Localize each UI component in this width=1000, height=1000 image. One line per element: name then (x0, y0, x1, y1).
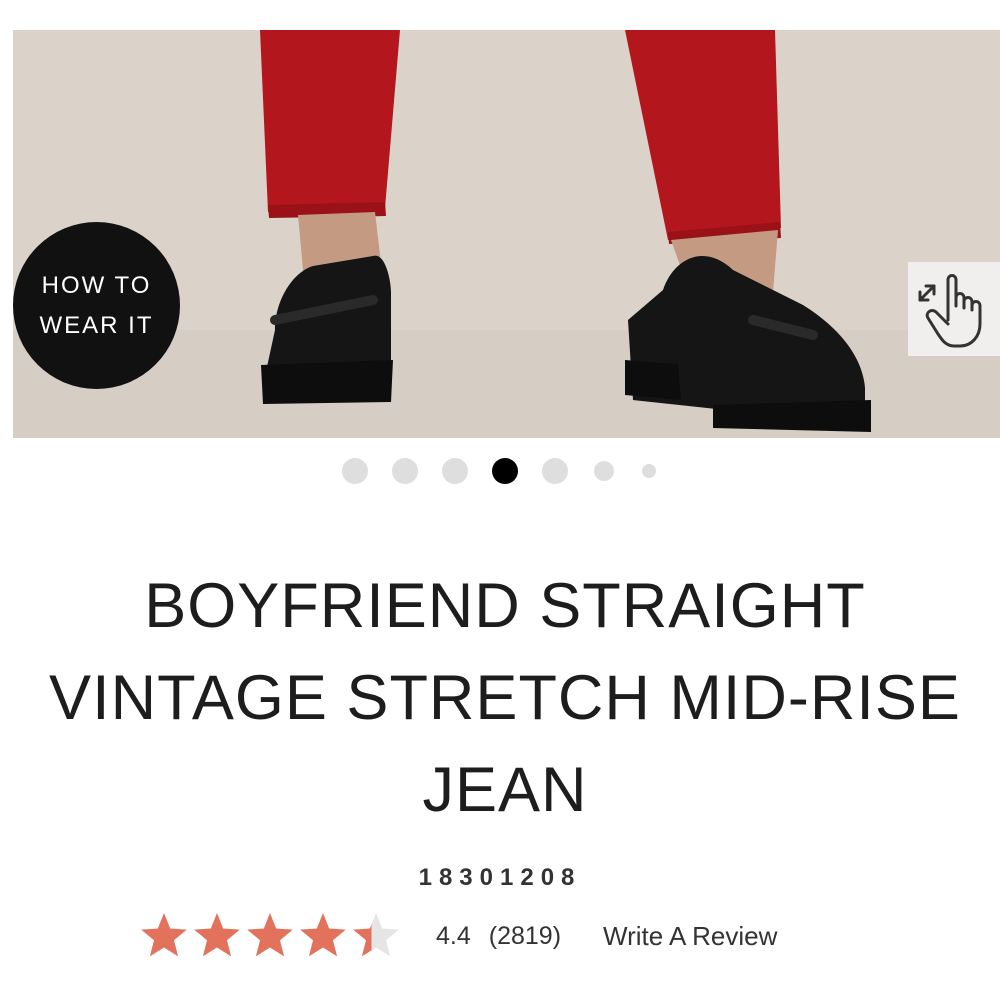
zoom-button[interactable] (908, 262, 1000, 356)
carousel-dot-7[interactable] (642, 464, 656, 478)
carousel-dot-5[interactable] (542, 458, 568, 484)
product-photo (13, 30, 1000, 438)
how-to-wear-line1: HOW TO (41, 271, 152, 299)
carousel-pagination (0, 455, 1000, 487)
product-title: BOYFRIEND STRAIGHT VINTAGE STRETCH MID-R… (49, 571, 961, 825)
how-to-wear-it-button[interactable]: HOW TO WEAR IT (13, 222, 180, 389)
star-rating-graphic (141, 913, 399, 957)
review-count[interactable]: (2819) (489, 922, 561, 951)
rating-average: 4.4 (436, 921, 471, 950)
star-icon (194, 913, 240, 957)
carousel-dot-2[interactable] (392, 458, 418, 484)
product-image[interactable] (13, 30, 1000, 438)
star-icon (353, 913, 399, 957)
carousel-dot-1[interactable] (342, 458, 368, 484)
carousel-dot-6[interactable] (594, 461, 614, 481)
star-rating[interactable] (138, 910, 400, 962)
star-icon (300, 913, 346, 957)
star-icon (247, 913, 293, 957)
product-sku: 18301208 (418, 864, 582, 891)
carousel-dot-3[interactable] (442, 458, 468, 484)
write-review-link[interactable]: Write A Review (603, 921, 777, 952)
star-icon (141, 913, 187, 957)
how-to-wear-line2: WEAR IT (39, 311, 154, 339)
pinch-zoom-hand-icon (918, 274, 982, 348)
rating-row: 4.4 (2819) Write A Review (138, 908, 898, 964)
carousel-dot-4-active[interactable] (492, 458, 518, 484)
